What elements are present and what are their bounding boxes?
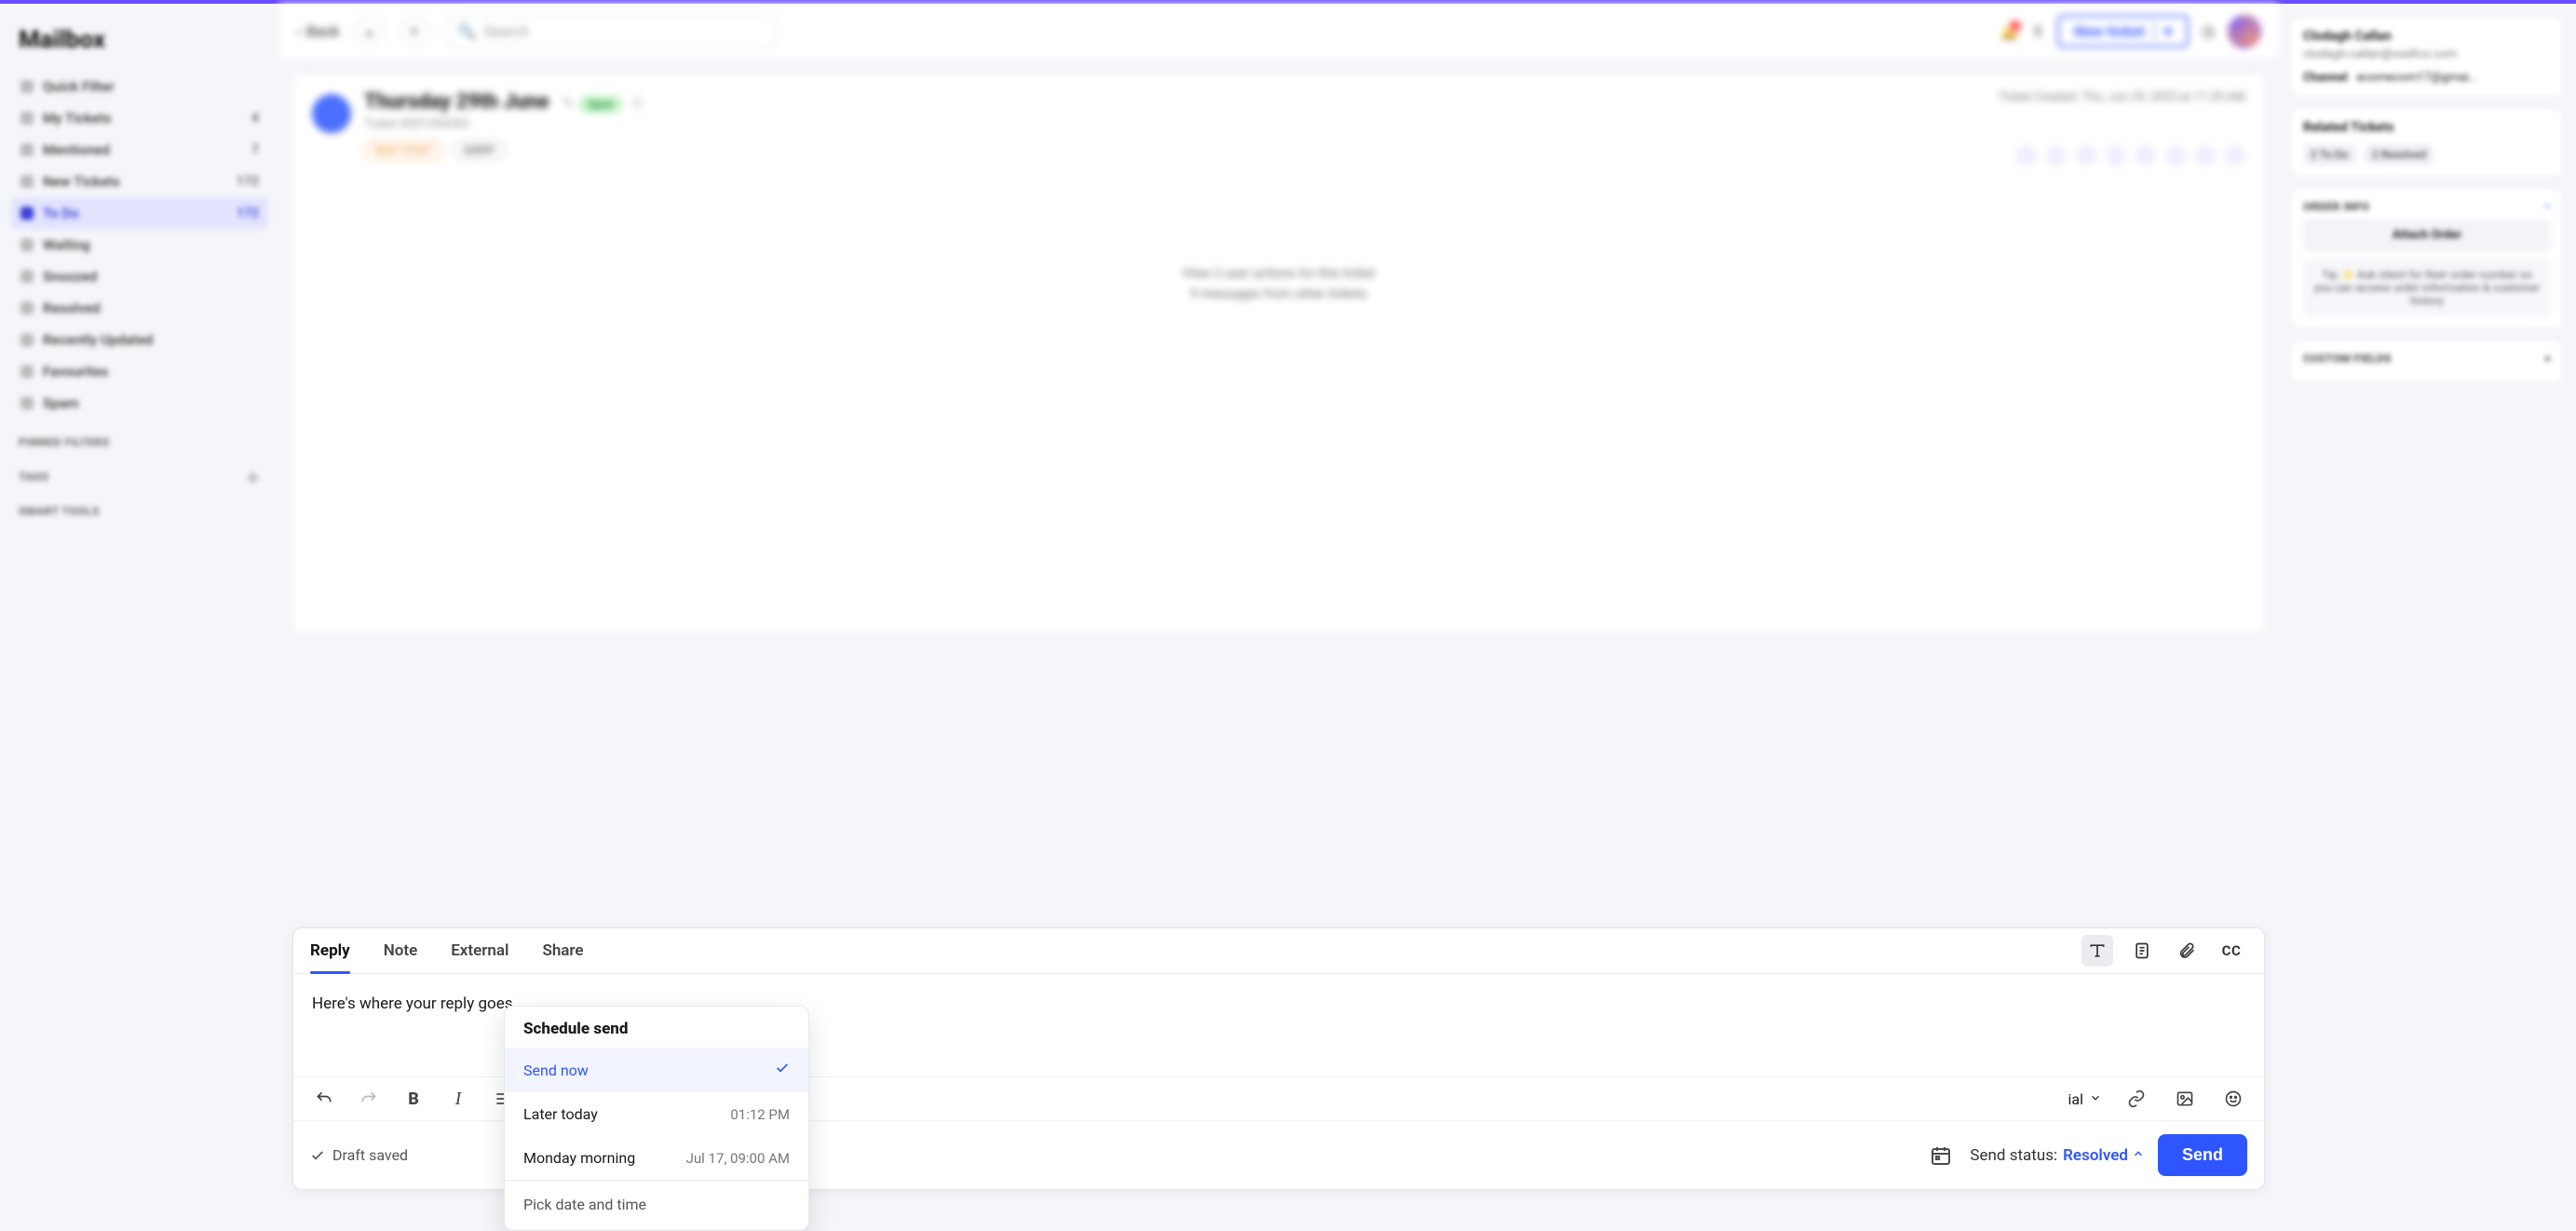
customer-email: clodagh.callan@xsellco.com [2303, 47, 2551, 61]
schedule-option-send-now[interactable]: Send now [505, 1048, 808, 1092]
chip-new-ticket[interactable]: NEW TICKET [364, 141, 443, 160]
nav-up-button[interactable]: ▴ [355, 17, 385, 47]
sidebar-item-recently-updated[interactable]: Recently Updated [11, 324, 268, 356]
popover-title: Schedule send [505, 1007, 808, 1048]
user-actions-link[interactable]: View 2 user actions for this ticket [312, 266, 2245, 281]
sidebar-item-to-do[interactable]: To Do172 [11, 197, 268, 229]
sidebar-item-quick-filter[interactable]: Quick Filter [11, 71, 268, 102]
topbar: ‹ Back ▴ ▾ 🔍 Search 🔔 ⇳ New ticket ▾ ◷ [279, 4, 2278, 60]
schedule-option-later-today[interactable]: Later today 01:12 PM [505, 1092, 808, 1136]
sidebar: Mailbox Quick Filter My Tickets4 Mention… [0, 4, 279, 1212]
bold-icon[interactable]: B [400, 1085, 427, 1113]
sidebar-item-spam[interactable]: Spam [11, 387, 268, 419]
ticket-id: Ticket #501394283 [364, 117, 644, 131]
filter-icon[interactable]: ⇳ [2032, 22, 2044, 40]
chevron-left-icon: ‹ [296, 22, 301, 40]
main-area: ‹ Back ▴ ▾ 🔍 Search 🔔 ⇳ New ticket ▾ ◷ [279, 4, 2278, 1212]
schedule-option-monday[interactable]: Monday morning Jul 17, 09:00 AM [505, 1136, 808, 1180]
schedule-send-popover: Schedule send Send now Later today 01:12… [504, 1006, 809, 1231]
attach-order-button[interactable]: Attach Order [2303, 219, 2551, 251]
template-icon[interactable] [2081, 935, 2113, 967]
sidebar-item-favourites[interactable]: Favourites [11, 356, 268, 387]
tab-share[interactable]: Share [542, 928, 583, 973]
check-icon [775, 1061, 790, 1079]
avatar[interactable] [2228, 15, 2261, 48]
sidebar-group-pinned[interactable]: PINNED FILTERS [19, 436, 261, 449]
nav-down-button[interactable]: ▾ [400, 17, 429, 47]
order-tip: Tip ✨ Ask client for their order number … [2303, 259, 2551, 317]
edit-icon[interactable]: ✎ [562, 94, 574, 112]
ticket-title: Thursday 29th June [364, 90, 549, 114]
font-select[interactable]: ial [2068, 1090, 2102, 1108]
attachment-icon[interactable] [2171, 935, 2203, 967]
chevron-up-icon [2132, 1146, 2145, 1165]
channel-avatar [312, 94, 351, 133]
send-status-select[interactable]: Send status: Resolved [1970, 1146, 2145, 1165]
help-icon[interactable]: ◷ [2202, 22, 2215, 40]
link-icon[interactable] [2122, 1085, 2150, 1113]
schedule-send-button[interactable] [1925, 1140, 1957, 1171]
new-ticket-button[interactable]: New ticket ▾ [2057, 15, 2189, 47]
sidebar-item-waiting[interactable]: Waiting [11, 229, 268, 261]
sidebar-item-resolved[interactable]: Resolved [11, 292, 268, 324]
composer: Reply Note External Share CC [292, 927, 2265, 1190]
tab-reply[interactable]: Reply [310, 928, 350, 973]
related-resolved-chip[interactable]: 2 Resolved [2365, 144, 2434, 165]
image-icon[interactable] [2171, 1085, 2199, 1113]
redo-icon[interactable] [355, 1085, 383, 1113]
other-tickets-link[interactable]: 9 messages from other tickets [312, 287, 2245, 302]
send-button[interactable]: Send [2158, 1134, 2247, 1176]
related-tickets-title: Related Tickets [2303, 120, 2551, 135]
draft-saved: Draft saved [310, 1146, 408, 1164]
ticket-body: View 2 user actions for this ticket 9 me… [292, 177, 2265, 634]
undo-icon[interactable] [310, 1085, 338, 1113]
sidebar-group-tags[interactable]: TAGS＋ [19, 466, 261, 488]
cc-button[interactable]: CC [2216, 935, 2247, 967]
right-panel: Clodagh Callan clodagh.callan@xsellco.co… [2278, 4, 2576, 1212]
editor-content: Here's where your reply goes [312, 994, 512, 1013]
sidebar-item-my-tickets[interactable]: My Tickets4 [11, 102, 268, 134]
emoji-icon[interactable] [2219, 1085, 2247, 1113]
sidebar-group-smart[interactable]: SMART TOOLS [19, 505, 261, 518]
chevron-down-icon [2089, 1090, 2102, 1108]
status-badge: Open [578, 95, 623, 114]
italic-icon[interactable]: I [444, 1085, 472, 1113]
app-title: Mailbox [19, 26, 261, 54]
sidebar-item-mentioned[interactable]: Mentioned7 [11, 134, 268, 166]
back-button[interactable]: ‹ Back [296, 22, 340, 40]
search-icon: 🔍 [458, 22, 477, 40]
chevron-down-icon[interactable]: ▾ [2154, 22, 2172, 40]
search-input[interactable]: 🔍 Search [444, 15, 780, 48]
tab-external[interactable]: External [451, 928, 508, 973]
schedule-pick-datetime[interactable]: Pick date and time [505, 1181, 808, 1230]
sidebar-item-snoozed[interactable]: Snoozed [11, 261, 268, 292]
sidebar-item-new-tickets[interactable]: New Tickets172 [11, 166, 268, 197]
ticket-header: Thursday 29th June ✎ Open ⎘ Ticket #5013… [292, 73, 2265, 177]
customer-name: Clodagh Callan [2303, 29, 2551, 44]
link-icon[interactable]: ⎘ [632, 94, 644, 112]
ticket-created: Ticket Created: Thu, Jun 29, 2023 at 11:… [1999, 90, 2245, 104]
chip-query[interactable]: QUERY [453, 141, 506, 160]
tab-note[interactable]: Note [384, 928, 418, 973]
reply-editor[interactable]: Here's where your reply goes Schedule se… [293, 974, 2264, 1076]
related-todo-chip[interactable]: 2 To Do [2303, 144, 2356, 165]
add-tag-icon[interactable]: ＋ [245, 466, 261, 488]
notifications-icon[interactable]: 🔔 [2000, 22, 2019, 40]
document-icon[interactable] [2126, 935, 2158, 967]
